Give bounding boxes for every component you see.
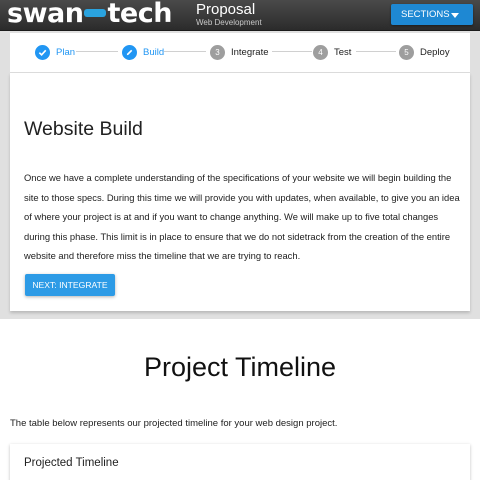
pencil-icon — [122, 44, 137, 60]
step-number-badge: 5 — [399, 44, 414, 60]
sections-button-label: SECTIONS — [401, 9, 450, 20]
step-connector — [356, 51, 396, 52]
step-label: Test — [334, 46, 352, 58]
step-number-badge: 4 — [313, 44, 328, 60]
step-content-card: Website Build Once we have a complete un… — [10, 73, 470, 311]
timeline-card: Projected Timeline — [10, 444, 470, 480]
swan-tech-logo[interactable]: swan tech — [7, 0, 172, 29]
progress-stepper: Plan Build 3 Integrate 4 Test 5 Deploy — [10, 33, 470, 73]
step-connector — [164, 51, 206, 52]
section-heading: Project Timeline — [143, 352, 337, 382]
step-connector — [272, 51, 312, 52]
step-label: Build — [143, 46, 165, 58]
step-build[interactable]: Build — [122, 44, 164, 60]
step-deploy[interactable]: 5 Deploy — [399, 44, 450, 60]
step-test[interactable]: 4 Test — [313, 44, 351, 60]
header-subtitle: Web Development — [196, 18, 262, 27]
logo-text-left: swan — [7, 0, 84, 29]
caret-down-icon — [451, 13, 459, 18]
header-title: Proposal — [196, 1, 256, 18]
check-icon — [35, 44, 50, 60]
next-integrate-button[interactable]: NEXT: INTEGRATE — [25, 274, 115, 296]
step-connector — [76, 51, 118, 52]
section-intro-text: The table below represents our projected… — [10, 418, 338, 429]
top-header: swan tech Proposal Web Development SECTIO… — [0, 0, 480, 31]
card-body-text: Once we have a complete understanding of… — [24, 172, 460, 261]
logo-dash — [84, 9, 107, 17]
timeline-card-title: Projected Timeline — [24, 457, 119, 469]
card-title: Website Build — [24, 118, 143, 140]
step-plan[interactable]: Plan — [35, 44, 75, 60]
step-label: Plan — [56, 46, 76, 58]
logo-text-right: tech — [107, 0, 172, 29]
step-integrate[interactable]: 3 Integrate — [210, 44, 269, 60]
step-label: Deploy — [420, 46, 450, 58]
step-label: Integrate — [231, 46, 269, 58]
sections-menu-button[interactable]: SECTIONS — [391, 4, 473, 25]
step-number-badge: 3 — [210, 44, 225, 60]
